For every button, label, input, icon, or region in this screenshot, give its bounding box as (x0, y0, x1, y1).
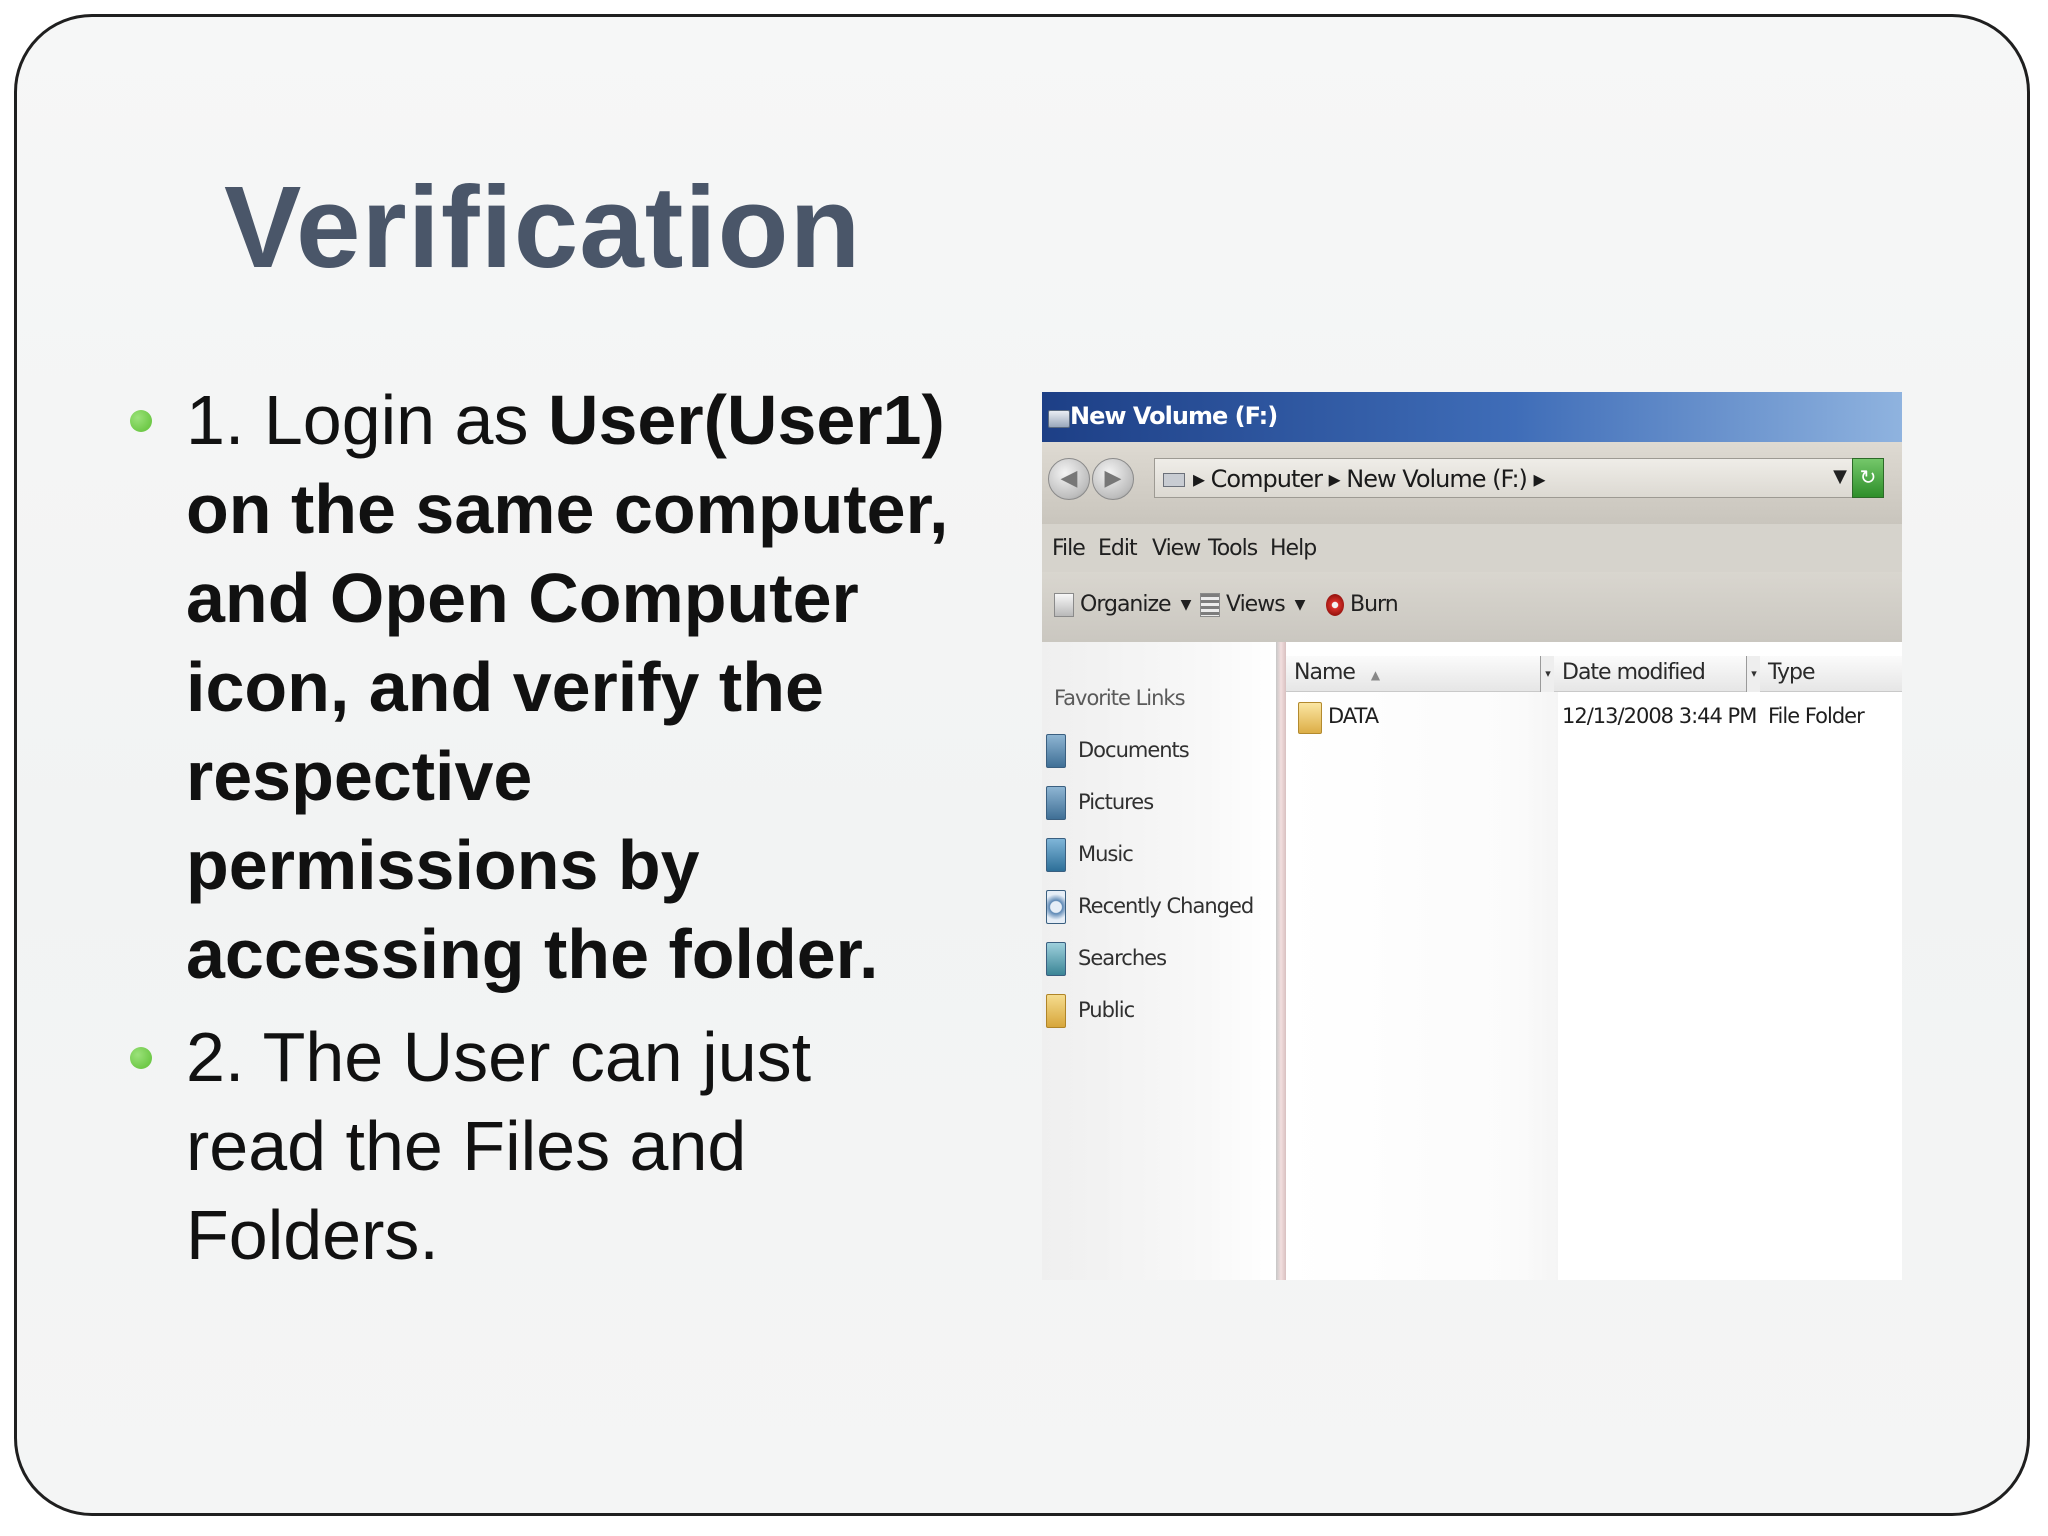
menu-help[interactable]: Help (1270, 536, 1317, 561)
burn-icon (1326, 594, 1344, 616)
explorer-screenshot: New Volume (F:) ◀ ▶ ▸ Computer ▸ New Vol… (1042, 392, 1902, 1280)
column-header-type[interactable]: Type (1760, 656, 1902, 692)
breadcrumb[interactable]: ▸ Computer ▸ New Volume (F:) ▸ (1193, 465, 1546, 493)
documents-icon (1046, 734, 1066, 768)
searches-icon (1046, 942, 1066, 976)
public-folder-icon (1046, 994, 1066, 1028)
sidebar-item-public[interactable]: Public (1046, 994, 1135, 1028)
address-bar: ◀ ▶ ▸ Computer ▸ New Volume (F:) ▸ ▼ ↻ (1042, 442, 1902, 524)
drive-icon (1048, 410, 1070, 428)
column-header-name[interactable]: Name ▲ (1286, 656, 1540, 692)
pane-splitter[interactable] (1276, 642, 1286, 1280)
chevron-down-icon: ▼ (1294, 597, 1306, 613)
sidebar-item-searches[interactable]: Searches (1046, 942, 1167, 976)
sidebar-item-label: Searches (1078, 946, 1167, 970)
address-field[interactable]: ▸ Computer ▸ New Volume (F:) ▸ ▼ (1154, 458, 1854, 498)
column-header-label: Name (1294, 660, 1356, 685)
sidebar-item-documents[interactable]: Documents (1046, 734, 1190, 768)
sort-arrow-icon: ▲ (1370, 668, 1380, 682)
slide-title: Verification (224, 162, 862, 292)
column-header-date[interactable]: Date modified (1554, 656, 1746, 692)
table-row[interactable]: DATA 12/13/2008 3:44 PM File Folder (1286, 698, 1902, 738)
sidebar-item-music[interactable]: Music (1046, 838, 1134, 872)
file-type: File Folder (1768, 704, 1865, 728)
sidebar-item-label: Public (1078, 998, 1135, 1022)
sidebar-item-label: Recently Changed (1078, 894, 1254, 918)
sidebar-item-label: Music (1078, 842, 1134, 866)
sidebar-item-pictures[interactable]: Pictures (1046, 786, 1154, 820)
favorite-links-heading: Favorite Links (1054, 686, 1186, 710)
views-label: Views (1226, 592, 1286, 617)
navigation-pane: Favorite Links Documents Pictures Music … (1042, 642, 1276, 1280)
file-date-modified: 12/13/2008 3:44 PM (1562, 704, 1757, 728)
refresh-button[interactable]: ↻ (1852, 458, 1884, 498)
bullet-1-prefix: 1. Login as (186, 381, 548, 459)
menu-bar: File Edit View Tools Help (1042, 524, 1902, 572)
music-icon (1046, 838, 1066, 872)
organize-label: Organize (1080, 592, 1172, 617)
menu-edit[interactable]: Edit (1098, 536, 1138, 561)
file-list-pane: Name ▲ ▾ Date modified ▾ Type DATA 12/13… (1286, 642, 1902, 1280)
address-dropdown-icon[interactable]: ▼ (1833, 466, 1847, 487)
bullet-2-text: 2. The User can just read the Files and … (186, 1018, 812, 1274)
forward-button[interactable]: ▶ (1092, 458, 1134, 500)
bullet-list: 1. Login as User(User1) on the same comp… (130, 376, 950, 1280)
window-titlebar: New Volume (F:) (1042, 392, 1902, 442)
views-button[interactable]: Views ▼ (1200, 592, 1306, 617)
command-toolbar: Organize ▼ Views ▼ Burn (1042, 572, 1902, 642)
back-button[interactable]: ◀ (1048, 458, 1090, 500)
sidebar-item-recently-changed[interactable]: Recently Changed (1046, 890, 1254, 924)
bullet-dot-icon (130, 410, 152, 432)
views-icon (1200, 593, 1220, 617)
sidebar-item-label: Documents (1078, 738, 1190, 762)
folder-icon (1298, 702, 1322, 734)
name-column-shade (1286, 692, 1558, 1280)
chevron-down-icon: ▼ (1180, 597, 1192, 613)
bullet-item-2: 2. The User can just read the Files and … (130, 1013, 950, 1280)
window-title: New Volume (F:) (1070, 402, 1278, 430)
pictures-icon (1046, 786, 1066, 820)
recently-changed-icon (1046, 890, 1066, 924)
sidebar-item-label: Pictures (1078, 790, 1154, 814)
burn-button[interactable]: Burn (1326, 592, 1399, 617)
bullet-1-bold: User(User1) on the same computer, and Op… (186, 381, 949, 993)
bullet-text-1: 1. Login as User(User1) on the same comp… (186, 376, 950, 999)
menu-file[interactable]: File (1052, 536, 1086, 561)
organize-icon (1054, 593, 1074, 617)
bullet-text-2: 2. The User can just read the Files and … (186, 1013, 950, 1280)
bullet-dot-icon (130, 1047, 152, 1069)
menu-tools[interactable]: Tools (1208, 536, 1258, 561)
bullet-item-1: 1. Login as User(User1) on the same comp… (130, 376, 950, 999)
menu-view[interactable]: View (1152, 536, 1201, 561)
organize-button[interactable]: Organize ▼ (1054, 592, 1192, 617)
burn-label: Burn (1350, 592, 1399, 617)
drive-icon (1163, 473, 1185, 487)
file-name: DATA (1328, 704, 1379, 728)
